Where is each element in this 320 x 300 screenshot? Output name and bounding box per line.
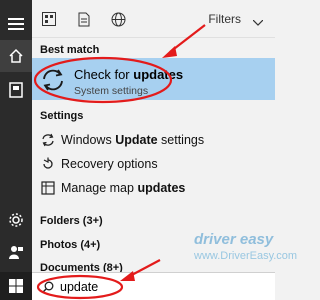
- svg-text:driver easy: driver easy: [194, 231, 274, 248]
- folders-group[interactable]: Folders (3+): [40, 215, 103, 227]
- filters-button[interactable]: Filters: [208, 12, 241, 26]
- best-match-title: Check for updates: [74, 67, 184, 82]
- watermark-url: www.DriverEasy.com: [194, 250, 298, 262]
- search-box[interactable]: update: [32, 272, 275, 300]
- settings-item-label: Manage map updates: [61, 181, 186, 195]
- document-icon[interactable]: [75, 10, 93, 28]
- settings-item-label: Windows Update settings: [61, 133, 205, 147]
- windows-start-icon[interactable]: [0, 272, 32, 300]
- photos-group[interactable]: Photos (4+): [40, 239, 100, 251]
- chevron-down-icon[interactable]: [252, 13, 264, 31]
- search-input[interactable]: update: [60, 280, 98, 294]
- settings-gear-icon[interactable]: [0, 204, 32, 236]
- notebook-icon[interactable]: [0, 74, 32, 106]
- left-rail: [0, 0, 32, 272]
- settings-item-manage-map-updates[interactable]: Manage map updates: [32, 178, 275, 198]
- taskbar: update: [0, 272, 275, 300]
- home-icon[interactable]: [0, 40, 32, 72]
- apps-icon[interactable]: [40, 10, 58, 28]
- feedback-icon[interactable]: [0, 236, 32, 268]
- settings-header: Settings: [40, 110, 84, 122]
- search-results-panel: Filters Best match Check for updates Sys…: [32, 0, 297, 274]
- best-match-subtitle: System settings: [74, 85, 149, 97]
- search-icon: [42, 281, 54, 293]
- settings-item-label: Recovery options: [61, 157, 158, 171]
- watermark-logo: driver easy: [194, 231, 274, 248]
- best-match-header: Best match: [40, 44, 100, 56]
- refresh-icon: [40, 132, 56, 148]
- globe-icon[interactable]: [109, 10, 127, 28]
- settings-item-windows-update[interactable]: Windows Update settings: [32, 130, 275, 150]
- best-match-result[interactable]: Check for updates System settings: [32, 58, 275, 100]
- menu-icon[interactable]: [0, 8, 32, 40]
- refresh-icon: [43, 69, 63, 91]
- map-icon: [40, 180, 56, 196]
- recovery-icon: [40, 156, 56, 172]
- settings-item-recovery-options[interactable]: Recovery options: [32, 154, 275, 174]
- filter-bar: Filters: [32, 0, 275, 38]
